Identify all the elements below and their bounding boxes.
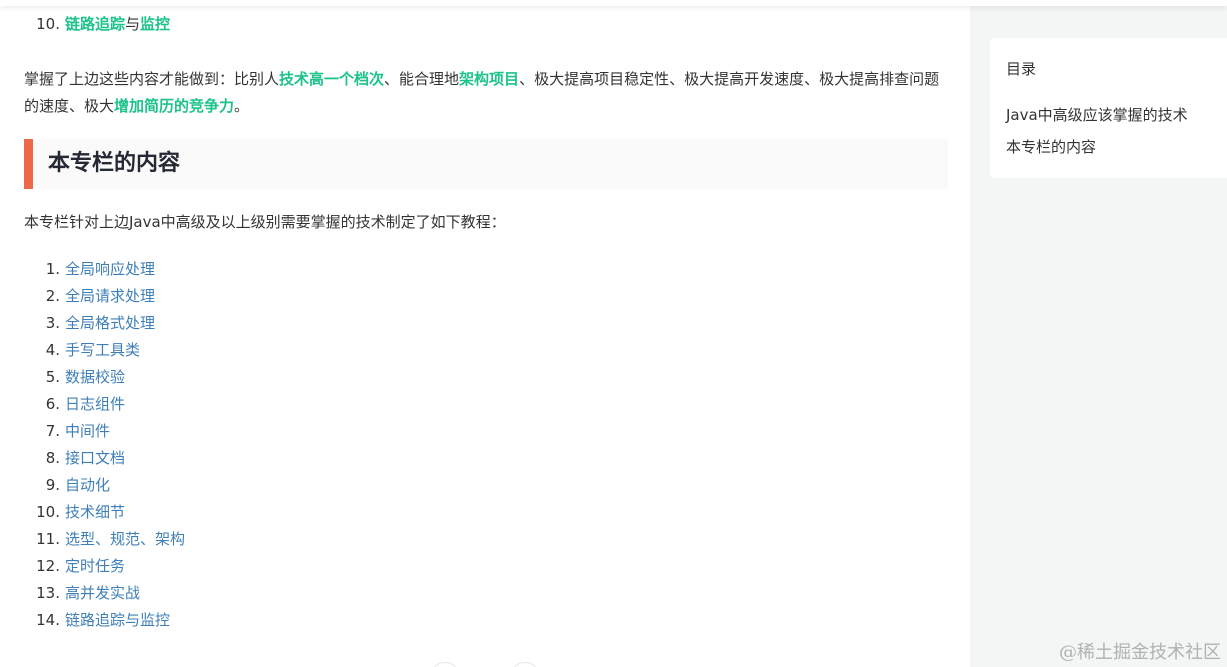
plain-text: 、能合理地 xyxy=(384,70,460,88)
list-item-text: 链路追踪与监控 xyxy=(65,11,170,38)
content-link[interactable]: 数据校验 xyxy=(65,368,125,386)
list-number: 2. xyxy=(45,287,60,305)
list-number: 8. xyxy=(45,449,60,467)
content-link[interactable]: 技术细节 xyxy=(65,503,125,521)
list-number: 6. xyxy=(45,395,60,413)
content-link[interactable]: 定时任务 xyxy=(65,557,125,575)
list-number: 10. xyxy=(36,503,60,521)
toc-item[interactable]: 本专栏的内容 xyxy=(1006,134,1188,166)
highlight-text: 监控 xyxy=(140,15,171,33)
list-number: 11. xyxy=(36,530,60,548)
content-link[interactable]: 全局格式处理 xyxy=(65,314,155,332)
top-header-bar xyxy=(0,0,1227,6)
toc-item[interactable]: Java中高级应该掌握的技术 xyxy=(1006,102,1188,134)
list-number: 4. xyxy=(45,341,60,359)
content-link[interactable]: 高并发实战 xyxy=(65,584,140,602)
plain-text: 掌握了上边这些内容才能做到：比别人 xyxy=(24,70,280,88)
list-number: 10. xyxy=(36,15,60,33)
list-number: 13. xyxy=(36,584,60,602)
floating-action-button-edge[interactable] xyxy=(510,662,540,667)
plain-text: 。 xyxy=(234,97,250,115)
toc-list: Java中高级应该掌握的技术 本专栏的内容 xyxy=(1006,102,1188,166)
article-content: 9. 与开源项目 10. 链路追踪与监控 掌握了上边这些内容才能做到：比别人技术… xyxy=(0,0,970,667)
list-number: 14. xyxy=(36,611,60,629)
content-link[interactable]: 自动化 xyxy=(65,476,110,494)
list-number: 5. xyxy=(45,368,60,386)
plain-text: 与 xyxy=(125,15,141,33)
toc-title: 目录 xyxy=(1006,60,1037,78)
highlight-text: 增加简历的竞争力 xyxy=(114,97,235,115)
list-number: 1. xyxy=(45,260,60,278)
content-link[interactable]: 手写工具类 xyxy=(65,341,140,359)
section-heading-block: 本专栏的内容 xyxy=(24,139,948,189)
summary-paragraph: 掌握了上边这些内容才能做到：比别人技术高一个档次、能合理地架构项目、极大提高项目… xyxy=(24,66,944,120)
list-number: 7. xyxy=(45,422,60,440)
content-link[interactable]: 选型、规范、架构 xyxy=(65,530,185,548)
section-heading: 本专栏的内容 xyxy=(48,151,181,176)
highlight-text: 架构项目 xyxy=(459,70,520,88)
list-number: 3. xyxy=(45,314,60,332)
content-link[interactable]: 全局请求处理 xyxy=(65,287,155,305)
list-number: 12. xyxy=(36,557,60,575)
watermark: @稀土掘金技术社区 xyxy=(1059,642,1221,663)
table-of-contents: 目录 Java中高级应该掌握的技术 本专栏的内容 xyxy=(990,38,1227,178)
content-link[interactable]: 链路追踪与监控 xyxy=(65,611,170,629)
content-link[interactable]: 接口文档 xyxy=(65,449,125,467)
list-number: 9. xyxy=(45,476,60,494)
floating-action-button-edge[interactable] xyxy=(430,662,460,667)
highlight-text: 技术高一个档次 xyxy=(279,70,385,88)
content-link[interactable]: 全局响应处理 xyxy=(65,260,155,278)
content-link[interactable]: 中间件 xyxy=(65,422,110,440)
highlight-text: 链路追踪 xyxy=(65,15,126,33)
intro-text: 本专栏针对上边Java中高级及以上级别需要掌握的技术制定了如下教程： xyxy=(24,213,506,231)
content-link[interactable]: 日志组件 xyxy=(65,395,125,413)
